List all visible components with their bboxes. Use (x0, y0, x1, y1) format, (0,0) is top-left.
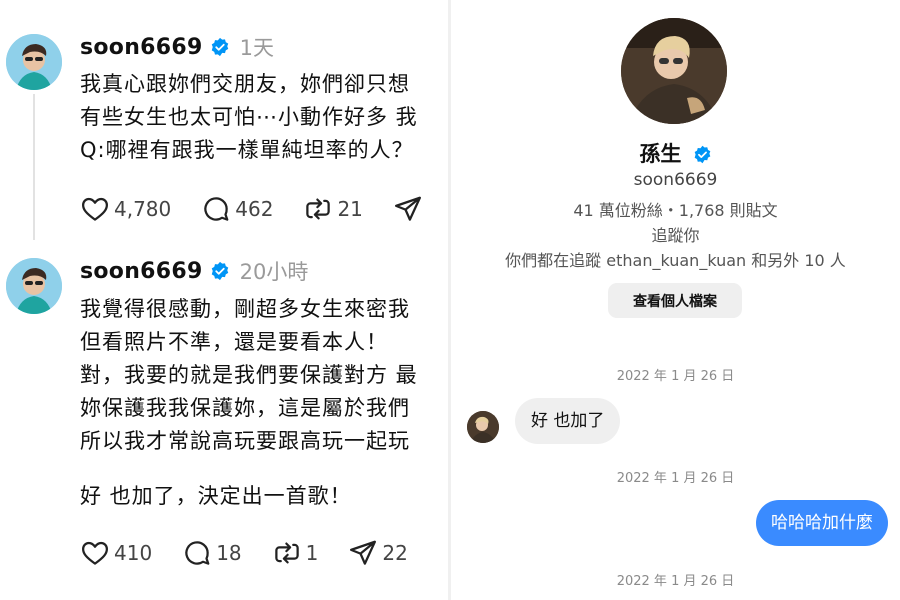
verified-badge-icon (694, 145, 710, 164)
repost-icon (274, 542, 299, 564)
comment-icon (204, 197, 229, 221)
post-text: 我覺得很感動，剛超多女生來密我 但看照片不準，還是要看本人！ 對，我要的就是我們… (80, 293, 418, 513)
post-header: soon6669 20小時 (80, 256, 308, 286)
post-username[interactable]: soon6669 (80, 35, 203, 60)
post-actions: 4,780 462 21 (80, 194, 448, 224)
comment-count: 462 (235, 197, 274, 221)
post-line: 對，我要的就是我們要保護對方 最 (80, 363, 418, 387)
profile-display-name-row: 孫生 (451, 138, 900, 168)
post-line: 我真心跟妳們交朋友，妳們卻只想 (80, 72, 410, 96)
message-date-divider: 2022 年 1 月 26 日 (616, 369, 735, 384)
profile-stats: 41 萬位粉絲・1,768 則貼文 (573, 201, 778, 220)
repost-count: 1 (305, 541, 319, 565)
post-timestamp: 1天 (239, 36, 274, 60)
post-line: 我覺得很感動，剛超多女生來密我 (80, 297, 410, 321)
post-line: 有些女生也太可怕⋯小動作好多 我 (80, 105, 418, 129)
profile-username: soon6669 (633, 170, 718, 190)
post-author-avatar[interactable] (6, 34, 62, 90)
sender-avatar[interactable] (467, 411, 499, 443)
mutual-followers: 你們都在追蹤 ethan_kuan_kuan 和另外 10 人 (505, 251, 846, 270)
post-timestamp: 20小時 (239, 260, 309, 284)
heart-icon (82, 197, 108, 221)
post-author-avatar[interactable] (6, 258, 62, 314)
message-date-divider: 2022 年 1 月 26 日 (616, 574, 735, 589)
comment-button[interactable]: 462 (201, 194, 273, 224)
share-count: 22 (382, 541, 408, 565)
profile-picture[interactable] (621, 18, 727, 124)
outgoing-message-bubble[interactable]: 哈哈哈加什麼 (756, 500, 888, 546)
message-date-divider: 2022 年 1 月 26 日 (616, 471, 735, 486)
share-button[interactable]: 22 (348, 538, 408, 568)
like-count: 4,780 (114, 197, 172, 221)
share-icon (394, 196, 421, 221)
post-text: 我真心跟妳們交朋友，妳們卻只想 有些女生也太可怕⋯小動作好多 我 Q:哪裡有跟我… (80, 68, 418, 167)
post-line: 妳保護我我保護妳，這是屬於我們 (80, 396, 410, 420)
share-button[interactable] (393, 194, 423, 224)
share-icon (350, 540, 377, 565)
post-line: 但看照片不準，還是要看本人！ (80, 330, 388, 354)
repost-icon (306, 198, 331, 220)
post-line: 好 也加了，決定出一首歌！ (80, 484, 352, 508)
threads-post-feed: soon6669 1天 我真心跟妳們交朋友，妳們卻只想 有些女生也太可怕⋯小動作… (0, 0, 448, 600)
post-line: Q:哪裡有跟我一樣單純坦率的人？ (80, 138, 414, 162)
like-button[interactable]: 4,780 (80, 194, 171, 224)
post-header: soon6669 1天 (80, 32, 274, 62)
profile-display-name: 孫生 (639, 142, 682, 166)
verified-badge-icon (211, 37, 228, 57)
direct-message-pane: 孫生 soon6669 41 萬位粉絲・1,768 則貼文 追蹤你 你們都在追蹤… (451, 0, 900, 600)
comment-icon (185, 541, 210, 565)
repost-button[interactable]: 21 (303, 194, 363, 224)
incoming-message-bubble[interactable]: 好 也加了 (515, 398, 621, 444)
post-actions: 410 18 1 22 (80, 538, 438, 568)
repost-button[interactable]: 1 (272, 538, 319, 568)
verified-badge-icon (211, 261, 228, 281)
heart-icon (82, 541, 108, 565)
thread-connector-line (33, 94, 35, 240)
comment-button[interactable]: 18 (182, 538, 242, 568)
post-username[interactable]: soon6669 (80, 259, 203, 284)
follow-status: 追蹤你 (651, 226, 700, 245)
view-profile-button[interactable]: 查看個人檔案 (608, 283, 742, 318)
post-line: 所以我才常說高玩要跟高玩一起玩 (80, 429, 410, 453)
comment-count: 18 (216, 541, 242, 565)
like-count: 410 (114, 541, 153, 565)
repost-count: 21 (337, 197, 363, 221)
like-button[interactable]: 410 (80, 538, 152, 568)
